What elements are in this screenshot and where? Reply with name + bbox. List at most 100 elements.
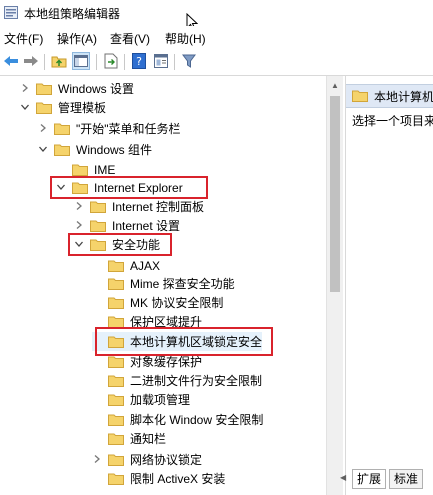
tree-item-label: 本地计算机区域锁定安全 (130, 335, 263, 349)
chevron-right-icon[interactable] (92, 454, 102, 464)
folder-icon (108, 297, 124, 309)
details-pane: 本地计算机 选择一个项目来 ◀ 扩展 标准 (340, 76, 433, 495)
tree-item-label: 对象缓存保护 (130, 355, 203, 369)
tree-item-network-protocol-lockdown[interactable]: 网络协议锁定 (92, 450, 202, 469)
chevron-down-icon[interactable] (38, 144, 48, 154)
folder-icon (108, 260, 124, 272)
forward-icon[interactable] (22, 52, 40, 70)
tree-item-label: 管理模板 (58, 101, 107, 115)
tree-item-ajax[interactable]: AJAX (92, 256, 160, 275)
folder-icon (108, 394, 124, 406)
tree-item-label: Mime 探查安全功能 (130, 277, 235, 291)
folder-icon (72, 164, 88, 176)
tree-item-object-caching[interactable]: 对象缓存保护 (92, 352, 202, 371)
folder-icon (108, 336, 124, 348)
chevron-down-icon[interactable] (56, 182, 66, 192)
tree-item-label: 加载项管理 (130, 393, 191, 407)
svg-text:?: ? (136, 55, 142, 68)
back-icon[interactable] (2, 52, 20, 70)
folder-icon (108, 278, 124, 290)
tree-item-label: IME (94, 162, 116, 177)
folder-icon (90, 220, 106, 232)
tree-item-label: Internet 控制面板 (112, 200, 205, 214)
tree-item-label: 限制 ActiveX 安装 (130, 472, 226, 486)
export-list-icon[interactable] (102, 52, 120, 70)
tree-item-scripted-window[interactable]: 脚本化 Window 安全限制 (92, 410, 263, 429)
toolbar-separator (96, 54, 97, 70)
chevron-down-icon[interactable] (74, 239, 84, 249)
tree-item-mime-sniffing[interactable]: Mime 探查安全功能 (92, 274, 235, 293)
tree-item-label: Windows 组件 (76, 143, 153, 157)
scrollbar-thumb[interactable] (330, 96, 340, 292)
properties-icon[interactable] (152, 52, 170, 70)
tree-item-restrict-activex[interactable]: 限制 ActiveX 安装 (92, 469, 225, 488)
chevron-right-icon[interactable] (20, 83, 30, 93)
folder-open-icon (54, 144, 70, 156)
tree-item-label: MK 协议安全限制 (130, 296, 224, 310)
details-description: 选择一个项目来 (352, 114, 433, 128)
folder-icon (36, 83, 52, 95)
tree-scrollbar[interactable]: ▲ (326, 76, 343, 495)
up-folder-icon[interactable] (50, 52, 68, 70)
menu-help[interactable]: 帮助(H) (165, 30, 206, 47)
tree-item-binary-behaviors[interactable]: 二进制文件行为安全限制 (92, 371, 262, 390)
menu-bar: 文件(F) 操作(A) 查看(V) 帮助(H) (0, 26, 433, 48)
folder-icon (352, 90, 368, 102)
tree-item-zone-elevation[interactable]: 保护区域提升 (92, 312, 202, 331)
view-tabs: ◀ 扩展 标准 (340, 469, 433, 491)
tree-item-windows-components[interactable]: Windows 组件 (38, 140, 152, 159)
tree-item-ime[interactable]: IME (56, 160, 115, 179)
details-header-title: 本地计算机 (374, 90, 433, 104)
toolbar: ? (0, 48, 433, 76)
tab-standard[interactable]: 标准 (389, 469, 424, 489)
tree-item-label: Internet Explorer (94, 180, 183, 195)
tree-item-internet-explorer[interactable]: Internet Explorer (56, 178, 183, 197)
tree-item-security-features[interactable]: 安全功能 (74, 235, 160, 254)
menu-view[interactable]: 查看(V) (110, 30, 150, 47)
tab-extended[interactable]: 扩展 (352, 469, 387, 489)
tree-item-label: 通知栏 (130, 432, 167, 446)
show-hide-tree-icon[interactable] (72, 52, 90, 70)
scroll-up-icon[interactable]: ▲ (331, 81, 339, 90)
toolbar-separator (124, 54, 125, 70)
tree-item-mk-protocol[interactable]: MK 协议安全限制 (92, 293, 223, 312)
tree-item-notification-bar[interactable]: 通知栏 (92, 429, 166, 448)
tree-item-internet-control-panel[interactable]: Internet 控制面板 (74, 197, 204, 216)
tree-item-label: 二进制文件行为安全限制 (130, 374, 263, 388)
tree-item-label: 脚本化 Window 安全限制 (130, 413, 264, 427)
folder-open-icon (36, 102, 52, 114)
menu-action[interactable]: 操作(A) (57, 30, 97, 47)
details-header: 本地计算机 (346, 84, 433, 108)
folder-icon (54, 123, 70, 135)
tree-item-label: Internet 设置 (112, 219, 181, 233)
folder-icon (108, 473, 124, 485)
tree-item-internet-settings[interactable]: Internet 设置 (74, 216, 180, 235)
title-bar: 本地组策略编辑器 (0, 0, 433, 31)
chevron-right-icon[interactable] (74, 201, 84, 211)
toolbar-separator (174, 54, 175, 70)
tree-item-local-machine-zone-lockdown[interactable]: 本地计算机区域锁定安全 (92, 332, 263, 351)
tree-item-label: 安全功能 (112, 238, 161, 252)
tree-item-windows-settings[interactable]: Windows 设置 (20, 79, 134, 98)
folder-icon (108, 454, 124, 466)
chevron-right-icon[interactable] (38, 123, 48, 133)
tab-scroll-left-icon[interactable]: ◀ (340, 473, 346, 482)
folder-icon (108, 316, 124, 328)
tree-item-label: Windows 设置 (58, 82, 135, 96)
folder-icon (108, 356, 124, 368)
menu-file[interactable]: 文件(F) (4, 30, 43, 47)
policy-editor-icon (4, 6, 18, 19)
folder-icon (108, 375, 124, 387)
toolbar-separator (44, 54, 45, 70)
tree-item-label: AJAX (130, 258, 161, 273)
folder-icon (90, 201, 106, 213)
help-icon[interactable]: ? (130, 52, 148, 70)
tree-item-addon-management[interactable]: 加载项管理 (92, 390, 190, 409)
chevron-down-icon[interactable] (20, 102, 30, 112)
tree-item-admin-templates[interactable]: 管理模板 (20, 98, 106, 117)
chevron-right-icon[interactable] (74, 220, 84, 230)
filter-icon[interactable] (180, 52, 198, 70)
tree-item-label: "开始"菜单和任务栏 (76, 122, 181, 136)
tree-item-start-menu[interactable]: "开始"菜单和任务栏 (38, 119, 181, 138)
folder-icon (108, 414, 124, 426)
